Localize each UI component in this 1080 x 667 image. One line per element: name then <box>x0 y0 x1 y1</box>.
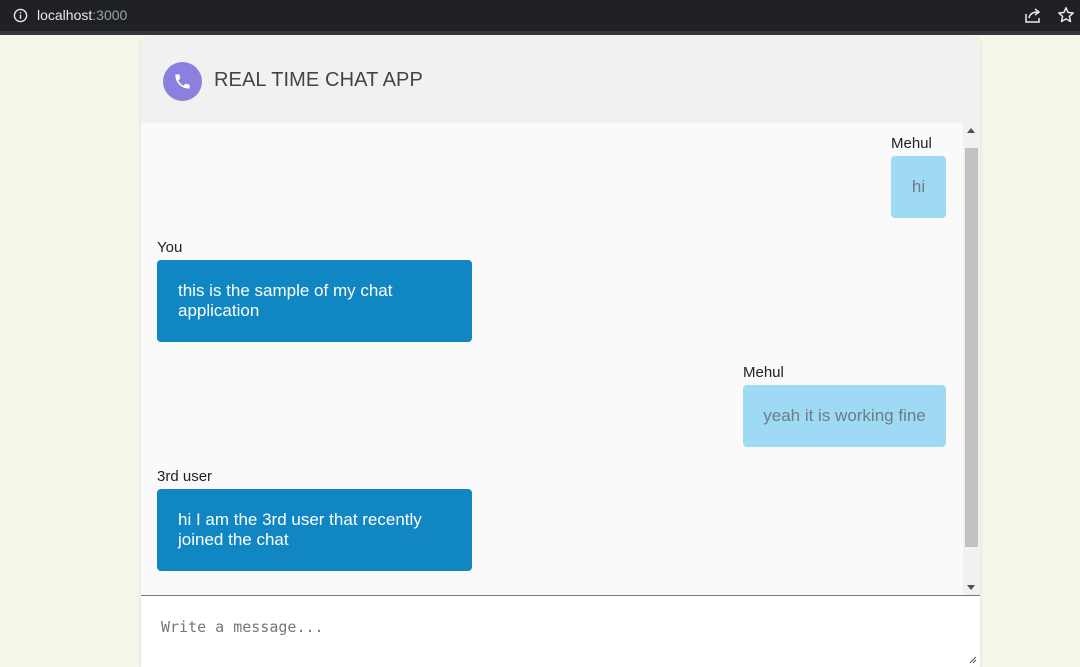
phone-icon <box>175 74 190 89</box>
url-host: localhost <box>37 7 93 23</box>
chat-header: REAL TIME CHAT APP <box>141 38 980 123</box>
message-list: Mehul hi You this is the sample of my ch… <box>141 123 963 595</box>
app-title: REAL TIME CHAT APP <box>214 69 423 91</box>
scroll-up-arrow-icon[interactable] <box>967 128 975 133</box>
message-scrollbar[interactable] <box>963 123 980 595</box>
address-bar[interactable]: localhost:3000 <box>37 7 127 23</box>
bookmark-star-icon[interactable] <box>1057 6 1075 24</box>
chat-window: REAL TIME CHAT APP Mehul hi You this is … <box>141 38 980 667</box>
message-sender: Mehul <box>891 135 932 152</box>
resize-handle-icon[interactable] <box>969 656 977 664</box>
message-bubble: hi <box>891 156 946 218</box>
message-bubble: hi I am the 3rd user that recently joine… <box>157 489 472 571</box>
message-bubble: yeah it is working fine <box>743 385 946 447</box>
info-icon[interactable] <box>13 8 28 23</box>
message-sender: Mehul <box>743 364 784 381</box>
message-sender: You <box>157 239 183 256</box>
url-port: :3000 <box>92 7 128 23</box>
message-bubble: this is the sample of my chat applicatio… <box>157 260 472 342</box>
message-input[interactable] <box>141 596 980 667</box>
scroll-down-arrow-icon[interactable] <box>967 585 975 590</box>
message-sender: 3rd user <box>157 468 213 485</box>
app-avatar <box>163 62 202 101</box>
share-icon[interactable] <box>1024 7 1042 24</box>
scroll-thumb[interactable] <box>965 148 978 547</box>
message-composer <box>141 595 980 667</box>
browser-toolbar: localhost:3000 <box>0 0 1080 35</box>
